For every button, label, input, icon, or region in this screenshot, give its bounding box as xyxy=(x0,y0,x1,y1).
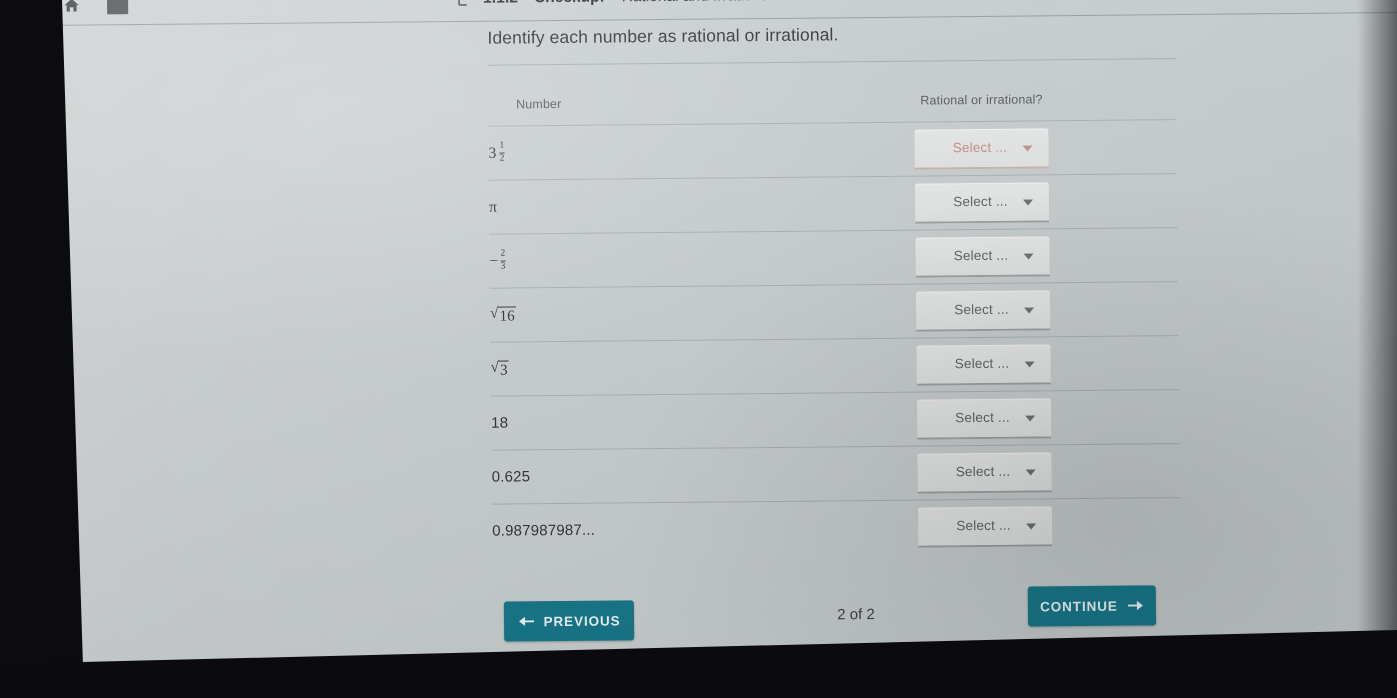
table-row: 18 Select ... xyxy=(490,389,1180,451)
answer-cell: Select ... xyxy=(788,227,1178,286)
select-placeholder-label: Select ... xyxy=(953,247,1009,264)
number-cell: 312 xyxy=(488,123,788,181)
bookmark-square-icon[interactable] xyxy=(107,0,129,15)
continue-button[interactable]: CONTINUE xyxy=(1027,585,1157,627)
answer-cell: Select ... xyxy=(787,173,1178,232)
previous-button[interactable]: PREVIOUS xyxy=(503,600,635,642)
question-prompt: Identify each number as rational or irra… xyxy=(487,24,839,48)
lesson-number: 1.1.2 xyxy=(483,0,518,8)
arrow-left-icon xyxy=(517,614,534,628)
table-body: 3 1 2 Select ... π Select ... −2 3 Select ... √ 16… xyxy=(488,119,1181,559)
number-value: 18 xyxy=(491,414,509,432)
number-cell: −2 3 xyxy=(489,231,789,289)
number-value: √ 16 xyxy=(490,305,517,326)
column-header-answer: Rational or irrational? xyxy=(920,92,1043,108)
home-icon[interactable] xyxy=(62,0,81,14)
table-row: 0.625 Select ... xyxy=(491,443,1180,505)
chevron-down-icon xyxy=(1023,252,1035,260)
table-row: √ 16 Select ... xyxy=(489,281,1179,343)
answer-cell: Select ... xyxy=(787,119,1177,178)
answer-cell: Select ... xyxy=(788,281,1179,340)
arrow-right-icon xyxy=(1127,598,1144,612)
chevron-down-icon xyxy=(1023,198,1034,206)
chevron-down-icon xyxy=(1026,468,1037,476)
table-row: 3 1 2 Select ... xyxy=(488,119,1177,181)
answer-select-dropdown[interactable]: Select ... xyxy=(918,506,1053,548)
number-value: √ 3 xyxy=(490,359,509,380)
number-value: 0.625 xyxy=(491,467,531,486)
answer-cell: Select ... xyxy=(790,443,1180,502)
answer-select-dropdown[interactable]: Select ... xyxy=(915,235,1051,278)
select-placeholder-label: Select ... xyxy=(955,463,1011,480)
question-card: Identify each number as rational or irra… xyxy=(487,19,1182,559)
answer-select-dropdown[interactable]: Select ... xyxy=(915,181,1050,224)
lesson-kind: Checkup: xyxy=(534,0,605,7)
select-placeholder-label: Select ... xyxy=(952,139,1008,156)
continue-button-label: CONTINUE xyxy=(1039,598,1118,614)
number-cell: 18 xyxy=(490,393,791,451)
select-placeholder-label: Select ... xyxy=(955,409,1010,426)
number-value: 0.987987987... xyxy=(492,521,596,540)
number-cell: 0.987987987... xyxy=(491,501,792,559)
table-row: 0.987987987... Select ... xyxy=(491,497,1181,559)
select-placeholder-label: Select ... xyxy=(954,355,1010,372)
select-placeholder-label: Select ... xyxy=(954,301,1009,318)
answer-cell: Select ... xyxy=(790,497,1181,556)
chevron-down-icon xyxy=(1024,306,1035,314)
chevron-down-icon xyxy=(1025,414,1036,422)
number-cell: √ 3 xyxy=(490,339,790,397)
table-row: π Select ... xyxy=(488,173,1178,235)
previous-button-label: PREVIOUS xyxy=(543,612,621,629)
select-placeholder-label: Select ... xyxy=(953,193,1008,210)
answer-select-dropdown[interactable]: Select ... xyxy=(917,451,1053,494)
table-row: −2 3 Select ... xyxy=(489,227,1178,289)
answer-select-dropdown[interactable]: Select ... xyxy=(916,289,1051,332)
chevron-down-icon xyxy=(1024,360,1036,368)
number-cell: π xyxy=(488,177,789,235)
lesson-title: Rational and Irrational Numbers xyxy=(622,0,841,6)
answer-cell: Select ... xyxy=(789,389,1180,448)
page-indicator: 2 of 2 xyxy=(837,606,875,624)
number-value: −2 3 xyxy=(489,248,506,272)
number-value: π xyxy=(488,198,498,216)
table-row: √ 3 Select ... xyxy=(490,335,1179,397)
column-header-number: Number xyxy=(516,97,562,112)
chevron-down-icon xyxy=(1022,144,1033,152)
screen-surface: 1.1.2 Checkup: Rational and Irrational N… xyxy=(40,0,1397,678)
number-cell: 0.625 xyxy=(491,447,791,505)
answer-table: Number Rational or irrational? 3 1 2 Select… xyxy=(488,61,1181,559)
header-title-group: 1.1.2 Checkup: Rational and Irrational N… xyxy=(453,0,841,8)
back-arrow-icon[interactable] xyxy=(453,0,471,8)
answer-select-dropdown[interactable]: Select ... xyxy=(916,343,1052,386)
photo-of-screen: 1.1.2 Checkup: Rational and Irrational N… xyxy=(0,0,1397,698)
table-header-row: Number Rational or irrational? xyxy=(488,61,1177,126)
header-left-icons xyxy=(62,0,129,15)
answer-select-dropdown[interactable]: Select ... xyxy=(914,127,1050,170)
select-placeholder-label: Select ... xyxy=(956,517,1011,534)
chevron-down-icon xyxy=(1026,523,1037,530)
number-cell: √ 16 xyxy=(489,285,790,343)
number-value: 312 xyxy=(488,140,505,164)
answer-select-dropdown[interactable]: Select ... xyxy=(917,397,1052,440)
answer-cell: Select ... xyxy=(789,335,1179,394)
